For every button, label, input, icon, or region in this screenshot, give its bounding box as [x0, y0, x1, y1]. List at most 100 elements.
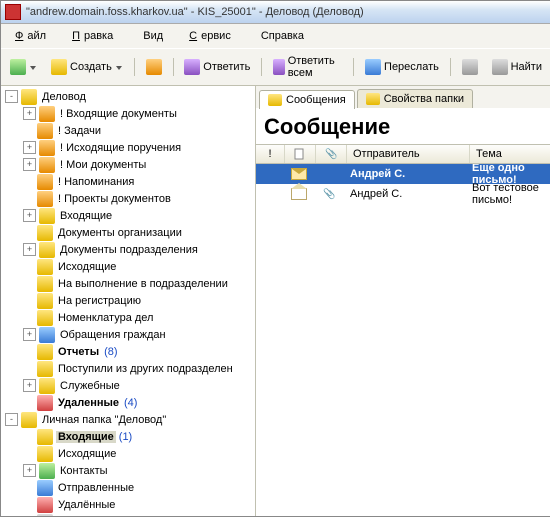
- tree-node[interactable]: +! Мои документы: [1, 156, 255, 173]
- unread-count: (1): [119, 431, 132, 443]
- tab-messages[interactable]: Сообщения: [259, 90, 355, 109]
- tree-node[interactable]: ! Проекты документов: [1, 190, 255, 207]
- tab-folder-props[interactable]: Свойства папки: [357, 89, 473, 108]
- tree-label: Удалённые: [56, 499, 117, 511]
- folder-icon: [39, 208, 55, 224]
- menu-file[interactable]: Файл: [11, 28, 54, 44]
- tab-strip: Сообщения Свойства папки: [256, 86, 550, 108]
- expand-icon[interactable]: +: [23, 464, 36, 477]
- menu-view[interactable]: Вид: [135, 28, 171, 44]
- tree-node[interactable]: +Документы подразделения: [1, 241, 255, 258]
- expand-icon[interactable]: +: [23, 328, 36, 341]
- forward-button[interactable]: Переслать: [360, 56, 444, 78]
- clip-icon: [323, 188, 335, 200]
- folder-icon: [37, 276, 53, 292]
- col-subject[interactable]: Тема: [470, 145, 550, 163]
- tree-node[interactable]: Удалённые: [1, 496, 255, 513]
- tree-label: Входящие: [56, 431, 116, 443]
- envelope-open-icon: [291, 188, 307, 200]
- tree-node[interactable]: Отправленные: [1, 479, 255, 496]
- menu-service[interactable]: Сервис: [185, 28, 239, 44]
- tree-node[interactable]: +Входящие: [1, 207, 255, 224]
- expand-icon[interactable]: +: [23, 243, 36, 256]
- forward-label: Переслать: [384, 61, 439, 73]
- tree-node[interactable]: ! Задачи: [1, 122, 255, 139]
- collapse-icon[interactable]: -: [5, 413, 18, 426]
- folder-icon: [37, 293, 53, 309]
- expand-icon[interactable]: +: [23, 141, 36, 154]
- app-icon: [5, 4, 21, 20]
- tree-label: Документы организации: [56, 227, 184, 239]
- tree-label: Контакты: [58, 465, 110, 477]
- tree-node[interactable]: -Деловод: [1, 88, 255, 105]
- tree-label: Поступили из других подразделен: [56, 363, 235, 375]
- mail-icon: [268, 94, 282, 106]
- folder-icon: [39, 463, 55, 479]
- tree-label: ! Напоминания: [56, 176, 136, 188]
- tree-node[interactable]: +! Входящие документы: [1, 105, 255, 122]
- tree-label: Удаленные: [56, 397, 121, 409]
- tree-label: Исходящие: [56, 261, 118, 273]
- folder-icon: [366, 93, 380, 105]
- separator: [353, 58, 354, 76]
- page-icon: [294, 148, 306, 160]
- col-priority[interactable]: !: [256, 145, 285, 163]
- envelope-closed-icon: [291, 168, 307, 180]
- folder-icon: [37, 191, 53, 207]
- tree-label: Личная папка "Деловод": [40, 414, 168, 426]
- tree-node[interactable]: + Контакты: [1, 462, 255, 479]
- tree-node[interactable]: +Служебные: [1, 377, 255, 394]
- tree-node[interactable]: Исходящие: [1, 445, 255, 462]
- tree-node[interactable]: +Обращения граждан: [1, 326, 255, 343]
- folder-icon: [39, 140, 55, 156]
- expand-icon[interactable]: +: [23, 158, 36, 171]
- tree-node[interactable]: ! Напоминания: [1, 173, 255, 190]
- folder-icon: [37, 123, 53, 139]
- open-button[interactable]: [141, 56, 167, 78]
- folder-icon: [39, 327, 55, 343]
- tree-node[interactable]: На выполнение в подразделении: [1, 275, 255, 292]
- menu-edit[interactable]: Правка: [68, 28, 121, 44]
- tree-label: На выполнение в подразделении: [56, 278, 230, 290]
- tree-node[interactable]: Входящие(1): [1, 428, 255, 445]
- tree-node[interactable]: +! Исходящие поручения: [1, 139, 255, 156]
- col-attach[interactable]: [316, 145, 347, 163]
- tree-node[interactable]: Исходящие: [1, 258, 255, 275]
- reply-all-button[interactable]: Ответить всем: [268, 52, 347, 82]
- collapse-icon[interactable]: -: [5, 90, 18, 103]
- print-button[interactable]: [457, 56, 483, 78]
- content-area: -Деловод+! Входящие документы! Задачи+! …: [1, 86, 550, 516]
- expand-icon[interactable]: +: [23, 379, 36, 392]
- tree-node[interactable]: Отчеты(8): [1, 343, 255, 360]
- tree-node[interactable]: Документы организации: [1, 224, 255, 241]
- find-button[interactable]: Найти: [487, 56, 547, 78]
- folder-icon: [37, 446, 53, 462]
- app-window: "andrew.domain.foss.kharkov.ua" - KIS_25…: [0, 0, 550, 517]
- tree-node[interactable]: Номенклатура дел: [1, 309, 255, 326]
- subject-cell: Вот тестовое письмо!: [466, 182, 550, 206]
- expand-icon[interactable]: +: [23, 209, 36, 222]
- col-sender[interactable]: Отправитель: [347, 145, 470, 163]
- tree-node[interactable]: Поступили из других подразделен: [1, 360, 255, 377]
- tree-node[interactable]: Удаленные(4): [1, 394, 255, 411]
- message-row[interactable]: Андрей С.Вот тестовое письмо!: [256, 184, 550, 204]
- menubar: Файл Правка Вид Сервис Справка: [1, 24, 550, 48]
- folder-icon: [37, 480, 53, 496]
- history-back-button[interactable]: [5, 56, 42, 78]
- find-label: Найти: [511, 61, 542, 73]
- col-icon[interactable]: [285, 145, 316, 163]
- sender-cell: Андрей С.: [344, 188, 466, 200]
- create-button[interactable]: Создать: [46, 56, 128, 78]
- folder-tree[interactable]: -Деловод+! Входящие документы! Задачи+! …: [1, 86, 256, 516]
- expand-icon[interactable]: +: [23, 107, 36, 120]
- folder-icon: [37, 225, 53, 241]
- reply-button[interactable]: Ответить: [179, 56, 255, 78]
- message-list[interactable]: Андрей С.Еще одно письмо!Андрей С.Вот те…: [256, 164, 550, 516]
- tree-node[interactable]: На регистрацию: [1, 292, 255, 309]
- folder-icon: [37, 361, 53, 377]
- folder-icon: [39, 106, 55, 122]
- tree-node[interactable]: - Личная папка "Деловод": [1, 411, 255, 428]
- message-row[interactable]: Андрей С.Еще одно письмо!: [256, 164, 550, 184]
- menu-help[interactable]: Справка: [253, 28, 312, 44]
- forward-icon: [365, 59, 381, 75]
